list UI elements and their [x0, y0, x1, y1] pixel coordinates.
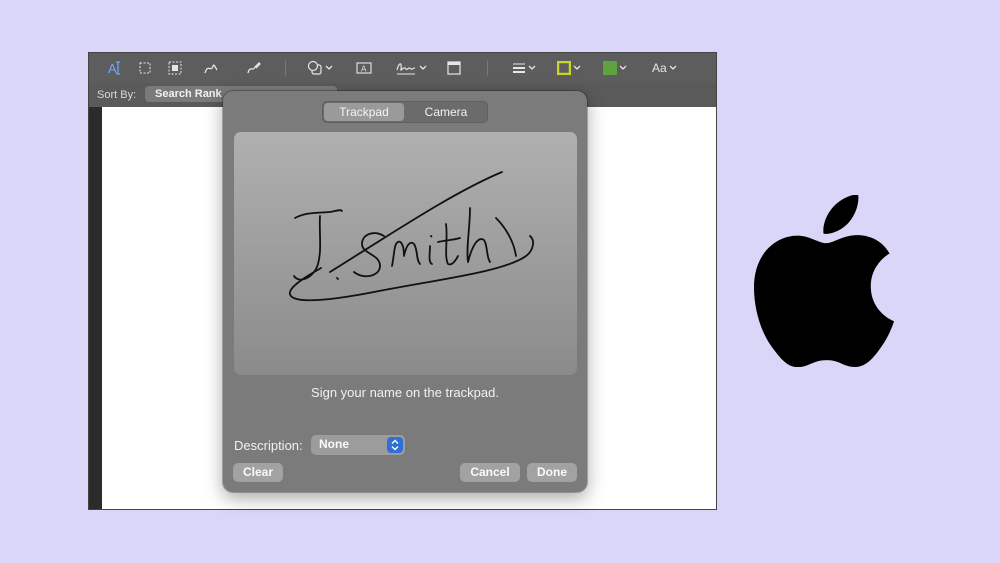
cancel-button[interactable]: Cancel: [460, 463, 520, 482]
chevron-down-icon: [325, 65, 333, 70]
chevron-down-icon: [528, 65, 536, 70]
updown-chevron-icon: [387, 437, 403, 453]
line-style-icon[interactable]: [512, 59, 536, 77]
description-select[interactable]: None: [311, 435, 405, 455]
clear-button[interactable]: Clear: [233, 463, 283, 482]
border-color-icon[interactable]: [557, 59, 581, 77]
text-selection-icon[interactable]: A: [108, 59, 122, 77]
capture-mode-segmented-control: Trackpad Camera: [322, 101, 488, 123]
signature-hint: Sign your name on the trackpad.: [311, 385, 499, 400]
note-icon[interactable]: [447, 59, 461, 77]
instant-alpha-icon[interactable]: [168, 59, 182, 77]
chevron-down-icon: [573, 65, 581, 70]
fill-color-icon[interactable]: [603, 59, 627, 77]
font-icon[interactable]: Aa: [652, 59, 677, 77]
markup-toolbar: A A Aa: [89, 53, 716, 83]
shapes-icon[interactable]: [307, 59, 333, 77]
done-button[interactable]: Done: [527, 463, 577, 482]
tab-camera[interactable]: Camera: [406, 103, 486, 121]
sketch-icon[interactable]: [203, 59, 219, 77]
svg-text:A: A: [361, 65, 367, 74]
sort-by-label: Sort By:: [97, 89, 137, 101]
draw-icon[interactable]: [246, 59, 262, 77]
signature-drawing: [289, 171, 534, 302]
chevron-down-icon: [669, 65, 677, 70]
chevron-down-icon: [619, 65, 627, 70]
text-box-icon[interactable]: A: [356, 59, 372, 77]
apple-logo: [752, 194, 896, 372]
font-label: Aa: [652, 61, 667, 75]
signature-icon[interactable]: [395, 59, 427, 77]
tab-trackpad[interactable]: Trackpad: [324, 103, 404, 121]
svg-text:A: A: [108, 61, 117, 76]
description-value: None: [319, 437, 349, 451]
signature-pad[interactable]: [234, 132, 577, 375]
description-label: Description:: [234, 438, 303, 453]
rect-selection-icon[interactable]: [139, 59, 151, 77]
signature-dialog: Trackpad Camera Sign your name on the tr…: [223, 91, 587, 492]
chevron-down-icon: [419, 65, 427, 70]
sidebar-strip: [89, 107, 102, 509]
